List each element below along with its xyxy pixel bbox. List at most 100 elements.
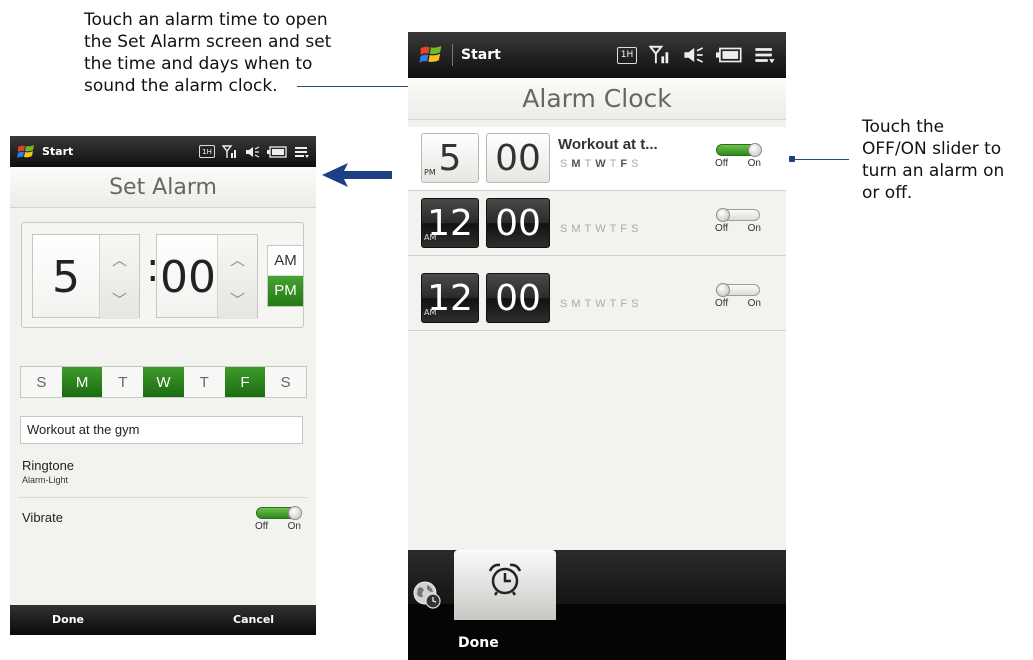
speaker-icon [683,45,704,65]
ringtone-value[interactable]: Alarm-Light [22,475,68,485]
weekday-active: W [595,158,610,170]
windows-flag-icon[interactable] [418,42,444,68]
day-toggle-wednesday[interactable]: W [143,367,184,397]
day-toggle-sunday[interactable]: S [21,367,62,397]
status-icons: 1H [199,136,310,167]
toggle-on-label: On [747,158,761,169]
alarm-hour-card[interactable]: AM 12 [421,273,479,323]
weekday: S [560,158,572,170]
toggle-knob [288,506,302,520]
cancel-button[interactable]: Cancel [233,605,274,635]
alarm-description-field[interactable]: Workout at the gym [20,416,303,444]
alarm-minute-card[interactable]: 00 [486,133,550,183]
network-1h-icon: 1H [199,145,215,158]
hour-value: 5 [52,251,80,303]
callout-set-alarm: Touch an alarm time to open the Set Alar… [84,9,331,97]
battery-icon [716,47,742,63]
toggle-labels: Off On [712,158,764,171]
am-pm-selector[interactable]: AM PM [267,245,304,307]
toggle-knob [716,208,730,222]
chevron-down-icon[interactable]: ﹀ [218,289,257,310]
chevron-up-icon[interactable]: ︿ [100,249,139,270]
callout-line: the time and days when to [84,54,313,74]
start-button[interactable]: Start [461,47,501,63]
toggle-off-label: Off [255,521,269,532]
alarm-on-off-toggle[interactable]: Off On [712,141,764,171]
weekday: S [560,298,572,310]
battery-icon [267,145,287,158]
weekday: S [631,298,643,310]
callout-line: Touch the [862,117,945,137]
weekday: W [595,298,610,310]
callout-line: or off. [862,183,913,203]
alarm-hour-card[interactable]: AM 12 [421,198,479,248]
menu-icon[interactable] [754,45,776,65]
alarm-minute-card[interactable]: 00 [486,273,550,323]
done-button[interactable]: Done [458,635,499,651]
signal-icon [222,144,238,159]
toggle-knob [748,143,762,157]
alarm-period: AM [424,233,437,242]
alarm-row[interactable]: AM 12 00 SMTWTFS Off On [408,192,786,256]
network-1h-icon: 1H [617,46,637,64]
ringtone-label[interactable]: Ringtone [22,458,74,473]
alarm-row[interactable]: PM 5 00 Workout at t... SMTWTFS Off On [408,127,786,191]
alarm-on-off-toggle[interactable]: Off On [712,206,764,236]
toggle-on-label: On [747,223,761,234]
alarm-hour: 5 [438,137,462,179]
hour-spinner[interactable]: 5 ︿ ﹀ [32,234,140,319]
alarm-hour-card[interactable]: PM 5 [421,133,479,183]
alarm-row[interactable]: AM 12 00 SMTWTFS Off On [408,267,786,331]
toggle-on-label: On [287,521,301,532]
weekday: T [584,298,596,310]
alarm-minute-card[interactable]: 00 [486,198,550,248]
tab-alarm-clock[interactable] [454,550,556,620]
day-toggle-tuesday[interactable]: T [102,367,143,397]
pm-option[interactable]: PM [268,276,303,306]
done-button[interactable]: Done [52,605,84,635]
toggle-off-label: Off [715,223,729,234]
weekday: M [571,298,585,310]
status-bar: Start 1H [408,32,786,78]
alarm-minute: 00 [495,277,541,319]
page-title: Set Alarm [10,167,316,208]
alarm-weekdays: SMTWTFS [560,298,642,310]
callout-line: OFF/ON slider to [862,139,1002,159]
day-toggle-saturday[interactable]: S [265,367,306,397]
toggle-knob [716,283,730,297]
weekday: T [584,158,596,170]
alarm-minute: 00 [495,137,541,179]
minute-value: 00 [160,251,216,303]
vibrate-toggle[interactable]: Off On [252,504,304,534]
weekday: S [631,223,643,235]
weekday: S [631,158,643,170]
callout-toggle: Touch the OFF/ON slider to turn an alarm… [862,116,1004,204]
weekday: T [584,223,596,235]
alarm-weekdays: SMTWTFS [560,223,642,235]
weekday: F [620,223,632,235]
weekday: T [609,223,621,235]
status-bar: Start 1H [10,136,316,167]
weekday: T [609,158,621,170]
divider [18,497,308,498]
alarm-name: Workout at t... [558,136,658,153]
day-toggle-thursday[interactable]: T [184,367,225,397]
world-clock-icon[interactable] [412,580,442,610]
day-toggle-monday[interactable]: M [61,367,103,397]
alarm-clock-icon [488,563,522,596]
toggle-labels: Off On [252,521,304,534]
day-toggle-friday[interactable]: F [224,367,266,397]
am-option[interactable]: AM [268,246,303,276]
softkey-bar: Done Cancel [10,605,316,635]
chevron-down-icon[interactable]: ﹀ [100,289,139,310]
minute-arrows: ︿ ﹀ [217,235,257,319]
menu-icon[interactable] [294,145,310,159]
chevron-up-icon[interactable]: ︿ [218,249,257,270]
page-title: Alarm Clock [408,78,786,120]
alarm-clock-screen: Start 1H Alarm Clock PM 5 00 Workout at … [408,32,786,660]
minute-spinner[interactable]: 00 ︿ ﹀ [156,234,258,319]
alarm-on-off-toggle[interactable]: Off On [712,281,764,311]
windows-flag-icon[interactable] [16,142,36,162]
weekday: S [560,223,572,235]
start-button[interactable]: Start [42,145,73,158]
